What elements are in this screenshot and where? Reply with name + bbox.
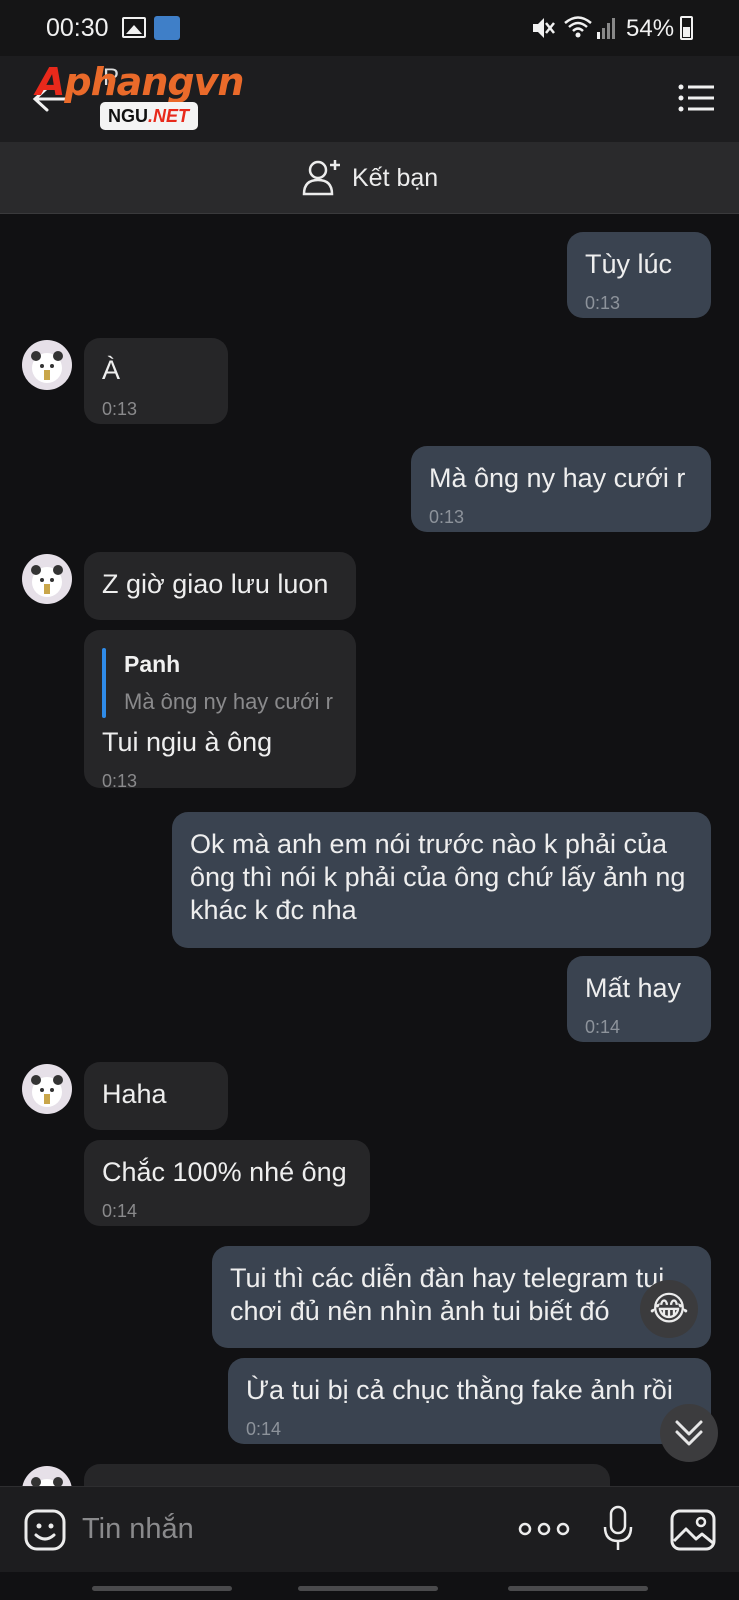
nav-home-button[interactable] [298,1586,438,1591]
message-bubble-outgoing[interactable]: Ok mà anh em nói trước nào k phải của ôn… [172,812,711,948]
quote-author: Panh [124,651,181,677]
message-input-bar [0,1486,739,1572]
add-friend-bar[interactable]: Kết bạn [0,142,739,214]
message-bubble-outgoing[interactable]: Mà ông ny hay cưới r 0:13 [411,446,711,532]
status-time: 00:30 [46,14,109,42]
signal-icon [597,18,615,39]
message-bubble-outgoing[interactable]: Ừa tui bị cả chục thằng fake ảnh rồi 0:1… [228,1358,711,1444]
message-input[interactable] [82,1507,482,1551]
message-bubble-incoming[interactable]: Chắc 100% nhé ông 0:14 [84,1140,370,1226]
nav-back-button[interactable] [508,1586,648,1591]
avatar[interactable] [22,1064,72,1114]
battery-icon [680,16,693,40]
list-menu-icon [678,84,714,112]
message-bubble-incoming[interactable] [84,1464,610,1486]
add-user-icon [302,160,340,196]
message-bubble-incoming[interactable]: Haha [84,1062,228,1130]
chat-header: P Aphangvn NGU.NET [0,56,739,142]
more-dots-icon [518,1522,570,1536]
avatar[interactable] [22,1466,72,1486]
laugh-reaction-icon[interactable]: 😂 [640,1280,698,1338]
message-bubble-outgoing[interactable]: Tùy lúc 0:13 [567,232,711,318]
panda-avatar-icon [31,351,63,383]
battery-percent: 54% [626,15,675,42]
sticker-icon [24,1509,66,1551]
image-icon [670,1509,716,1551]
message-bubble-outgoing[interactable]: Tui thì các diễn đàn hay telegram tui ch… [212,1246,711,1348]
nav-recent-button[interactable] [92,1586,232,1591]
quote-text: Mà ông ny hay cưới r [124,689,333,714]
menu-button[interactable] [678,84,714,112]
message-bubble-incoming[interactable]: À 0:13 [84,338,228,424]
panda-avatar-icon [31,565,63,597]
scroll-to-bottom-button[interactable] [660,1404,718,1462]
watermark-badge: NGU.NET [100,102,198,130]
quote-bar [102,648,106,718]
message-bubble-incoming[interactable]: Z giờ giao lưu luon [84,552,356,620]
microphone-icon [603,1505,633,1550]
avatar[interactable] [22,554,72,604]
gallery-notification-icon [122,17,146,38]
message-bubble-outgoing[interactable]: Mất hay 0:14 [567,956,711,1042]
add-friend-label: Kết bạn [352,164,439,192]
system-nav-bar [0,1572,739,1600]
mute-icon [533,18,555,38]
message-list[interactable]: Tùy lúc 0:13 À 0:13 Mà ông ny hay cưới r… [0,214,739,1486]
emoji-button[interactable] [24,1509,66,1551]
wifi-icon [564,16,592,38]
voice-message-button[interactable] [602,1505,634,1553]
panda-avatar-icon [31,1477,63,1486]
app-notification-icon [154,16,180,40]
panda-avatar-icon [31,1075,63,1107]
watermark-logo: Aphangvn [36,60,244,104]
quoted-message[interactable]: Panh Mà ông ny hay cưới r [102,648,338,724]
more-options-button[interactable] [518,1517,570,1541]
double-chevron-down-icon [675,1420,703,1446]
reply-message-bubble[interactable]: Panh Mà ông ny hay cưới r Tui ngiu à ông… [84,630,356,791]
status-bar: 00:30 54% [0,0,739,56]
send-image-button[interactable] [670,1509,716,1551]
avatar[interactable] [22,340,72,390]
